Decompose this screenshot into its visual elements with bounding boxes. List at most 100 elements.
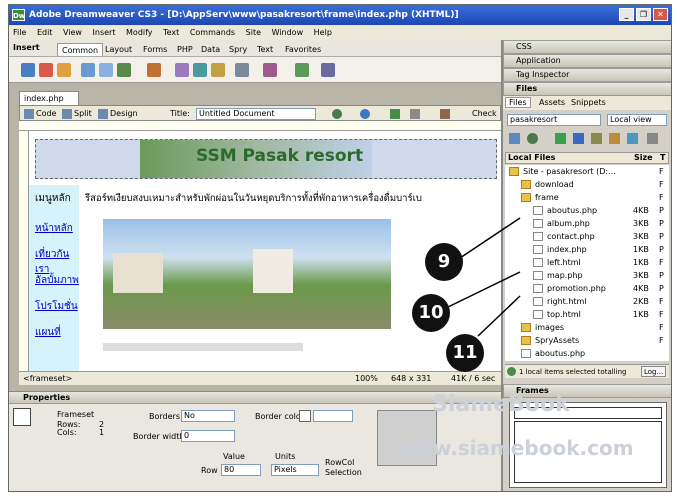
application-panel-header[interactable]: Application [503, 54, 671, 68]
file-tree-row[interactable]: map.php 3KB P [505, 269, 669, 282]
border-color-swatch[interactable] [299, 410, 311, 422]
file-tree-row[interactable]: Site - pasakresort (D:... F [505, 165, 669, 178]
file-tree-row[interactable]: album.php 3KB P [505, 217, 669, 230]
horizontal-scrollbar[interactable] [103, 343, 303, 351]
head-icon[interactable] [235, 63, 249, 77]
check-page-button[interactable]: Check [472, 106, 497, 122]
put-files-icon[interactable] [573, 133, 584, 144]
border-width-input[interactable]: 0 [181, 430, 235, 442]
file-tree-row[interactable]: download F [505, 178, 669, 191]
get-files-icon[interactable] [555, 133, 566, 144]
file-tree-row[interactable]: SpryAssets F [505, 334, 669, 347]
files-panel-header[interactable]: Files [503, 82, 671, 96]
column-type[interactable]: T [660, 153, 665, 163]
tab-snippets[interactable]: Snippets [571, 98, 606, 107]
server-side-include-icon[interactable] [193, 63, 207, 77]
file-tree-row[interactable]: left.html 1KB F [505, 256, 669, 269]
menu-site[interactable]: Site [246, 28, 261, 37]
site-select[interactable]: pasakresort [507, 114, 601, 126]
file-tree-row[interactable]: top.html 1KB F [505, 308, 669, 321]
column-size[interactable]: Size [634, 153, 653, 163]
div-icon[interactable] [99, 63, 113, 77]
file-tree-row[interactable]: contact.php 3KB P [505, 230, 669, 243]
tag-selector[interactable]: <frameset> [23, 372, 72, 386]
date-icon[interactable] [175, 63, 189, 77]
code-view-button[interactable]: Code [36, 106, 56, 122]
connect-icon[interactable] [509, 133, 520, 144]
panel-splitter[interactable] [501, 40, 503, 491]
file-tree-row[interactable]: promotion.php 4KB P [505, 282, 669, 295]
refresh-files-icon[interactable] [527, 133, 538, 144]
tag-chooser-icon[interactable] [321, 63, 335, 77]
preview-browser-icon[interactable] [360, 109, 370, 119]
file-tree-row[interactable]: aboutus.php 4KB P [505, 204, 669, 217]
script-icon[interactable] [263, 63, 277, 77]
file-tree-row[interactable]: images F [505, 321, 669, 334]
menu-file[interactable]: File [13, 28, 26, 37]
nav-link-promotion[interactable]: โปรโมชั่น [35, 299, 78, 314]
hyperlink-icon[interactable] [21, 63, 35, 77]
design-view-button[interactable]: Design [110, 106, 138, 122]
row-value-input[interactable]: 80 [221, 464, 261, 476]
email-link-icon[interactable] [39, 63, 53, 77]
menu-edit[interactable]: Edit [37, 28, 53, 37]
tab-text[interactable]: Text [253, 43, 277, 56]
view-options-icon[interactable] [410, 109, 420, 119]
menu-help[interactable]: Help [314, 28, 332, 37]
tab-data[interactable]: Data [197, 43, 224, 56]
file-management-icon[interactable] [332, 109, 342, 119]
close-button[interactable]: ✕ [653, 8, 668, 21]
window-size[interactable]: 648 x 331 [391, 372, 431, 386]
css-panel-header[interactable]: CSS [503, 40, 671, 54]
split-view-button[interactable]: Split [74, 106, 92, 122]
tag-inspector-panel-header[interactable]: Tag Inspector [503, 68, 671, 82]
file-tree-row[interactable]: frame F [505, 191, 669, 204]
nav-link-map[interactable]: แผนที่ [35, 325, 61, 340]
file-tree-row[interactable]: right.html 2KB F [505, 295, 669, 308]
check-in-icon[interactable] [609, 133, 620, 144]
top-frame[interactable]: SSM Pasak resort [35, 139, 497, 179]
nav-link-album[interactable]: อัลบั้มภาพ [35, 273, 79, 288]
properties-header[interactable]: Properties [9, 392, 501, 404]
tab-forms[interactable]: Forms [139, 43, 171, 56]
menu-commands[interactable]: Commands [190, 28, 235, 37]
menu-view[interactable]: View [63, 28, 82, 37]
table-icon[interactable] [81, 63, 95, 77]
named-anchor-icon[interactable] [57, 63, 71, 77]
visual-aids-icon[interactable] [440, 109, 450, 119]
minimize-button[interactable]: _ [619, 8, 634, 21]
menu-insert[interactable]: Insert [93, 28, 116, 37]
view-select[interactable]: Local view [607, 114, 667, 126]
insert-label[interactable]: Insert [13, 43, 40, 52]
nav-link-home[interactable]: หน้าหลัก [35, 221, 73, 236]
tab-common[interactable]: Common [57, 43, 104, 56]
left-frame[interactable]: เมนูหลัก หน้าหลัก เที่ยวกันเรา อัลบั้มภา… [29, 185, 79, 371]
check-out-icon[interactable] [591, 133, 602, 144]
menu-text[interactable]: Text [163, 28, 179, 37]
comment-icon[interactable] [211, 63, 225, 77]
tab-php[interactable]: PHP [173, 43, 197, 56]
tab-layout[interactable]: Layout [101, 43, 136, 56]
tab-files[interactable]: Files [505, 97, 531, 108]
templates-icon[interactable] [295, 63, 309, 77]
tab-assets[interactable]: Assets [539, 98, 565, 107]
column-local-files[interactable]: Local Files [508, 153, 555, 163]
tab-spry[interactable]: Spry [225, 43, 251, 56]
tab-favorites[interactable]: Favorites [281, 43, 325, 56]
restore-button[interactable]: ❐ [636, 8, 651, 21]
file-tree-row[interactable]: aboutus.php [505, 347, 669, 360]
units-select[interactable]: Pixels [271, 464, 319, 476]
image-icon[interactable] [117, 63, 131, 77]
file-tree-row[interactable]: index.php 1KB P [505, 243, 669, 256]
menu-modify[interactable]: Modify [126, 28, 153, 37]
synchronize-icon[interactable] [627, 133, 638, 144]
refresh-icon[interactable] [390, 109, 400, 119]
log-button[interactable]: Log... [641, 366, 667, 377]
border-color-input[interactable] [313, 410, 353, 422]
zoom-level[interactable]: 100% [355, 372, 378, 386]
borders-select[interactable]: No [181, 410, 235, 422]
document-title-input[interactable]: Untitled Document [196, 108, 316, 120]
media-icon[interactable] [147, 63, 161, 77]
document-tab[interactable]: index.php [19, 91, 79, 105]
expand-icon[interactable] [647, 133, 658, 144]
